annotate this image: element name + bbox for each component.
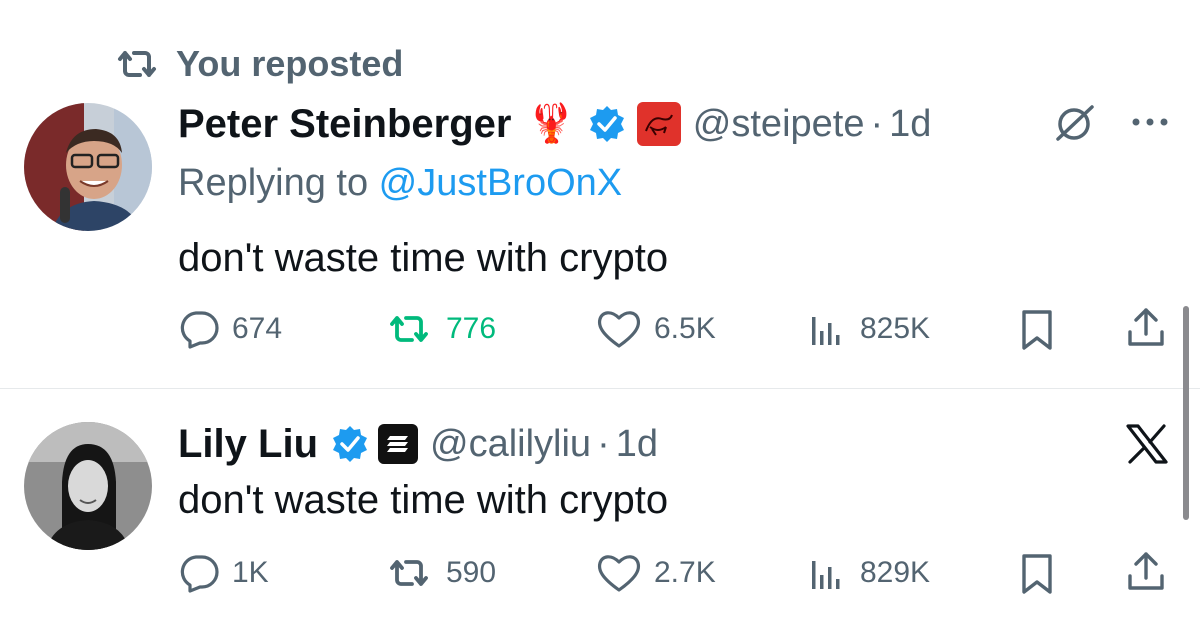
affiliate-badge-icon xyxy=(636,102,681,146)
reply-count: 674 xyxy=(232,312,283,345)
tweet-header: Lily Liu @calilyliu · 1d xyxy=(178,416,658,472)
like-button[interactable]: 6.5K xyxy=(596,304,716,354)
timestamp[interactable]: 1d xyxy=(889,103,931,146)
replying-to: Replying to @JustBroOnX xyxy=(178,162,622,205)
timestamp[interactable]: 1d xyxy=(616,423,658,466)
views-button[interactable]: 829K xyxy=(806,548,930,598)
tweet-text: don't waste time with crypto xyxy=(178,236,669,280)
avatar[interactable] xyxy=(24,103,152,231)
repost-count: 776 xyxy=(446,312,497,345)
avatar[interactable] xyxy=(24,422,152,550)
share-icon[interactable] xyxy=(1124,550,1168,594)
repost-icon xyxy=(118,51,156,77)
more-options-icon[interactable] xyxy=(1130,112,1170,132)
tweet-text: don't waste time with crypto xyxy=(178,478,669,522)
tweet-header: Peter Steinberger 🦞 @steipete · 1d xyxy=(178,96,931,152)
reply-icon xyxy=(180,311,219,349)
like-count: 6.5K xyxy=(654,312,716,345)
heart-icon xyxy=(597,555,641,592)
reply-count: 1K xyxy=(232,556,269,589)
display-name[interactable]: Lily Liu xyxy=(178,422,318,467)
repost-icon xyxy=(390,316,428,342)
replying-to-label: Replying to xyxy=(178,162,379,204)
display-name[interactable]: Peter Steinberger xyxy=(178,102,511,147)
like-count: 2.7K xyxy=(654,556,716,589)
views-chart-icon xyxy=(812,561,840,589)
reply-icon xyxy=(180,555,219,593)
separator: · xyxy=(870,102,884,145)
handle[interactable]: @steipete xyxy=(693,103,865,146)
like-button[interactable]: 2.7K xyxy=(596,548,716,598)
repost-count: 590 xyxy=(446,556,497,589)
bookmark-icon[interactable] xyxy=(1016,552,1058,596)
verified-badge-icon xyxy=(333,426,367,462)
avatar-photo-icon xyxy=(24,103,152,231)
repost-button[interactable]: 776 xyxy=(384,304,496,354)
views-count: 829K xyxy=(860,556,931,589)
bookmark-icon[interactable] xyxy=(1016,308,1058,352)
lobster-emoji-icon: 🦞 xyxy=(527,103,575,145)
repost-icon xyxy=(390,560,428,586)
avatar-photo-icon xyxy=(24,422,152,550)
divider xyxy=(0,388,1200,389)
x-logo-icon xyxy=(1126,424,1168,464)
heart-icon xyxy=(597,311,641,348)
views-count: 825K xyxy=(860,312,931,345)
views-button[interactable]: 825K xyxy=(806,304,930,354)
reply-button[interactable]: 674 xyxy=(178,304,282,354)
handle[interactable]: @calilyliu xyxy=(430,423,591,466)
views-chart-icon xyxy=(812,317,840,345)
reply-button[interactable]: 1K xyxy=(178,548,269,598)
grok-icon[interactable] xyxy=(1052,103,1098,143)
mention-link[interactable]: @JustBroOnX xyxy=(379,162,622,204)
repost-header: You reposted xyxy=(112,43,404,84)
repost-label: You reposted xyxy=(176,43,404,84)
share-icon[interactable] xyxy=(1124,306,1168,350)
scrollbar[interactable] xyxy=(1183,306,1189,520)
separator: · xyxy=(597,422,610,465)
repost-button[interactable]: 590 xyxy=(384,548,496,598)
verified-badge-icon xyxy=(589,106,624,142)
solana-badge-icon xyxy=(378,424,418,464)
